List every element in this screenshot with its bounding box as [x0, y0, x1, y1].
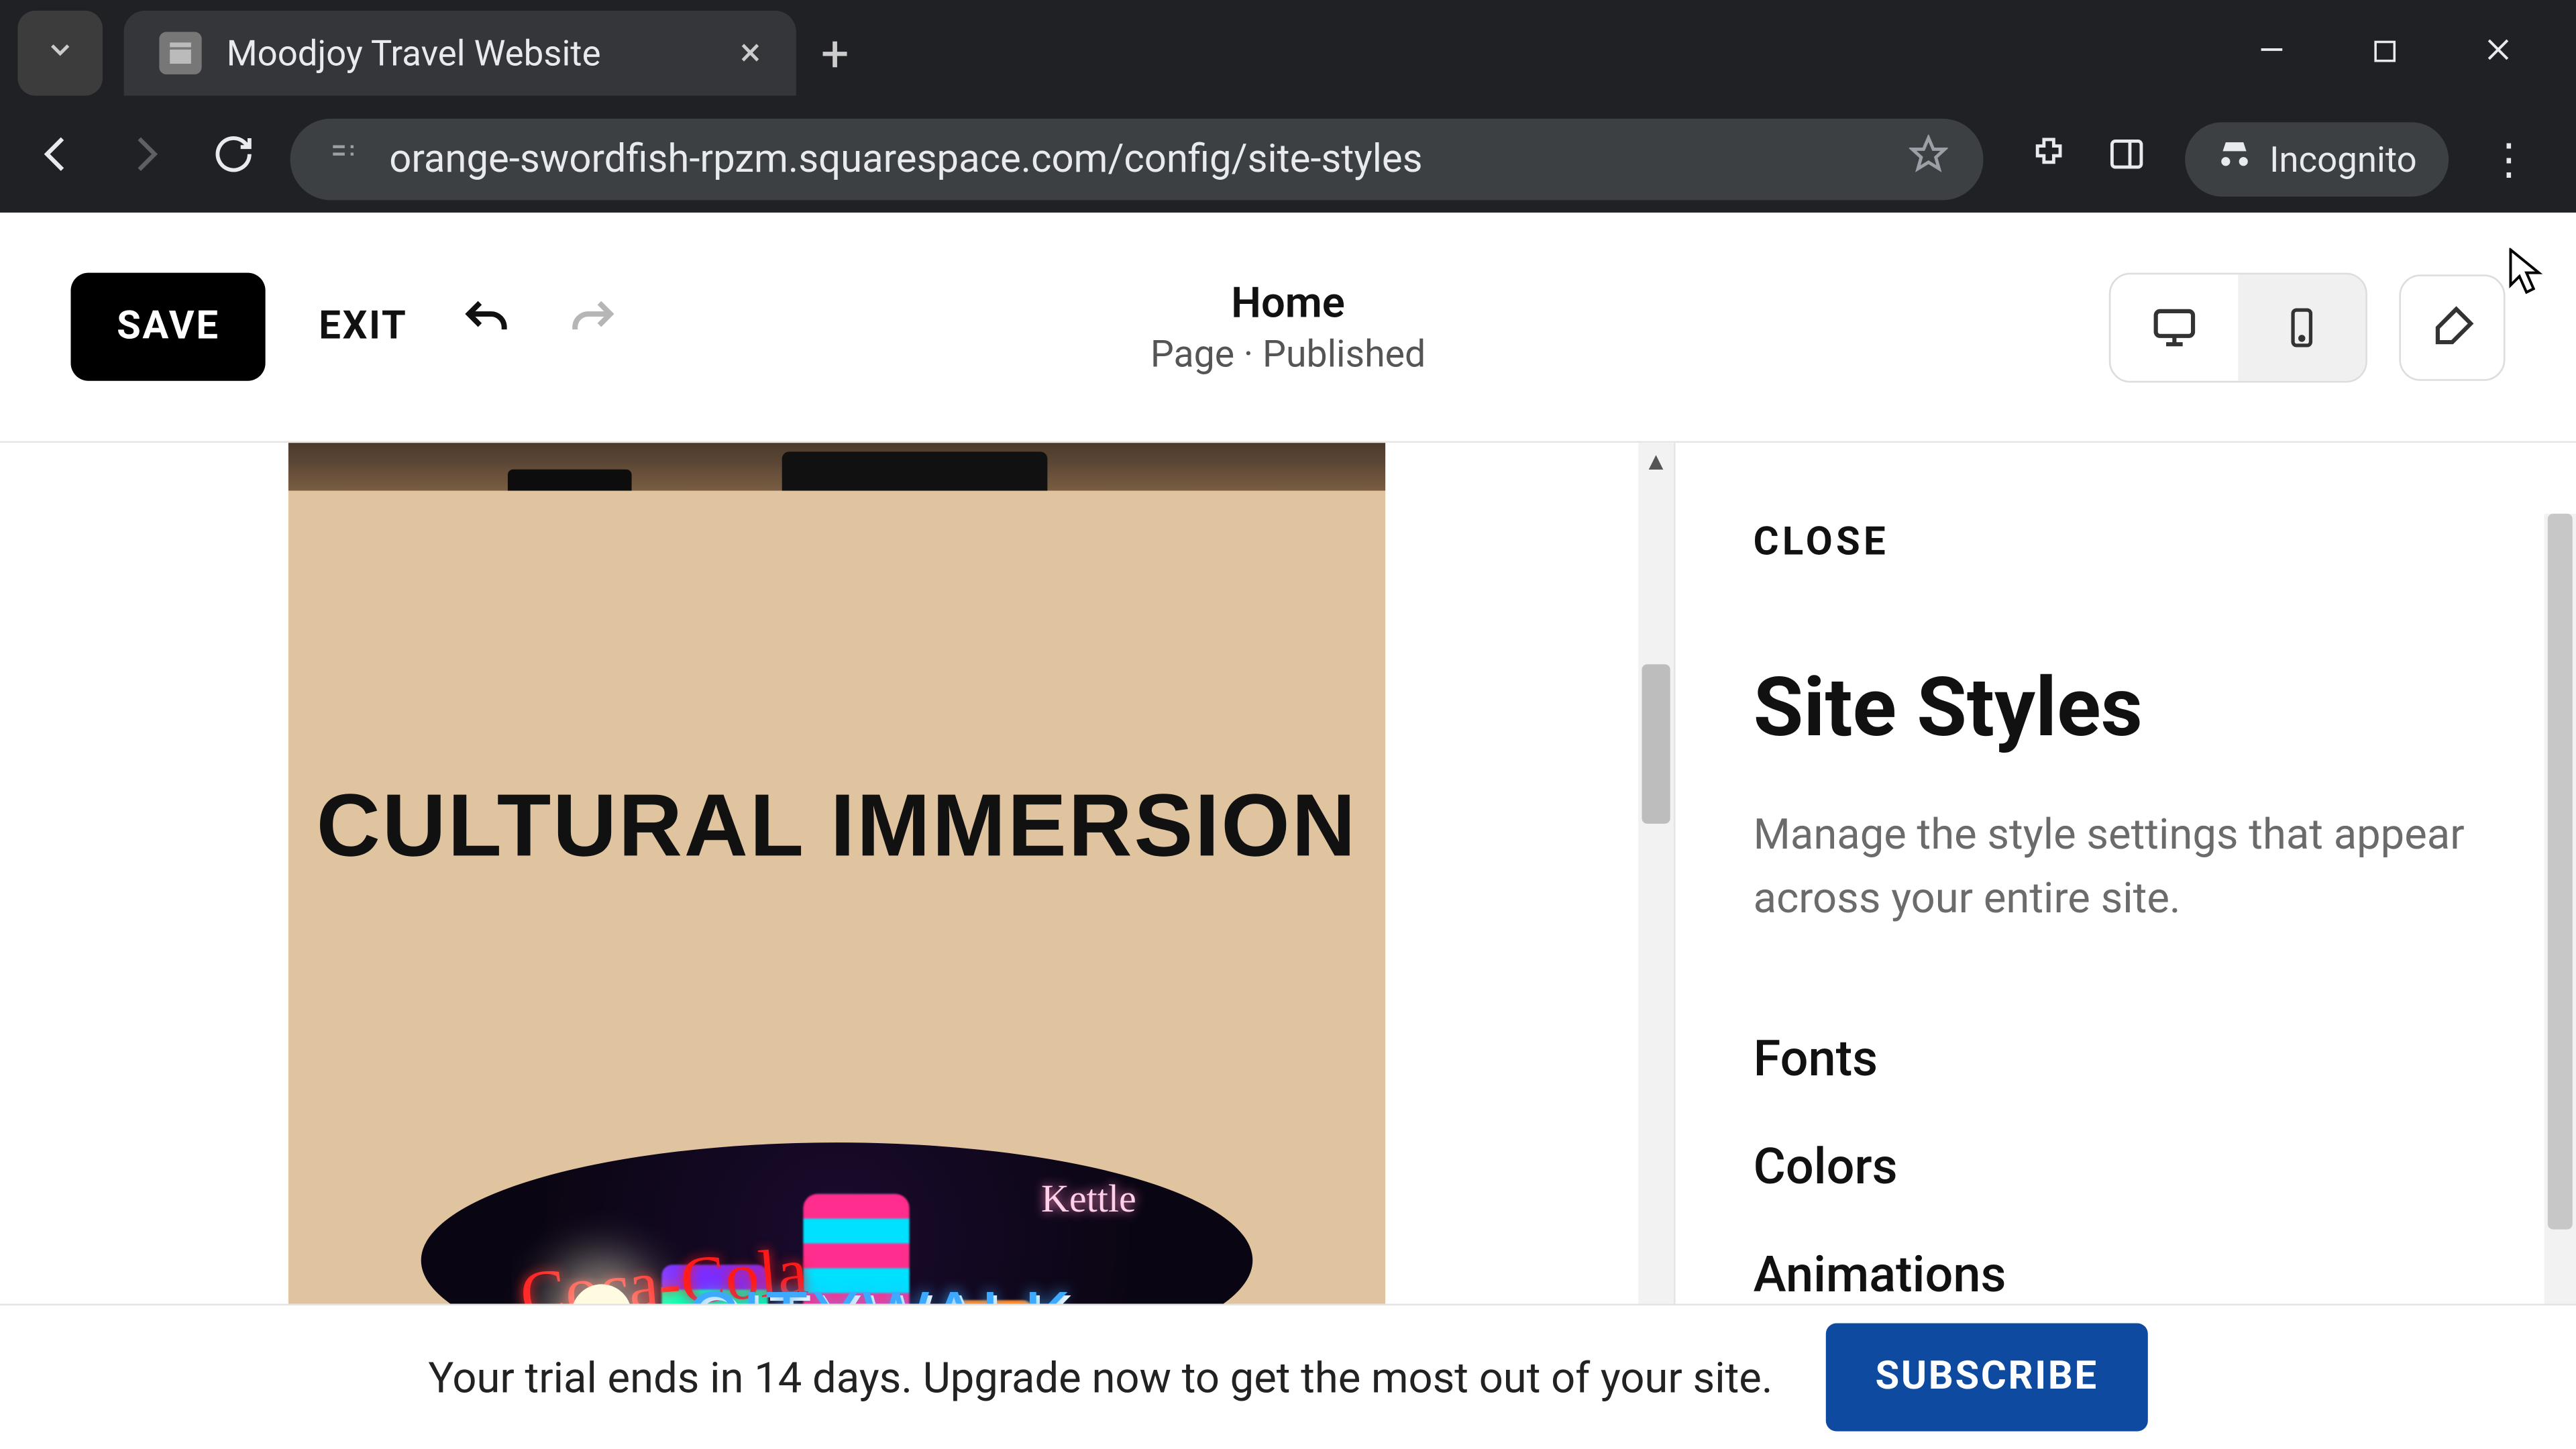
browser-menu-icon[interactable]: ⋮ [2487, 135, 2530, 184]
style-item-fonts[interactable]: Fonts [1754, 1029, 2498, 1087]
preview-canvas[interactable]: CULTURAL IMMERSION Coca-Cola Kettle CITY… [0, 443, 1674, 1449]
page-title-block[interactable]: Home Page · Published [1150, 277, 1426, 376]
bookmark-star-icon[interactable] [1909, 135, 1947, 184]
exit-button[interactable]: EXIT [319, 305, 407, 349]
sidebar-scrollbar[interactable]: ▼ [2544, 514, 2576, 1432]
tab-title: Moodjoy Travel Website [227, 32, 601, 74]
browser-chrome: Moodjoy Travel Website × + [0, 0, 2576, 213]
neon-script-sign: Kettle [1041, 1175, 1136, 1222]
address-bar[interactable]: orange-swordfish-rpzm.squarespace.com/co… [290, 119, 1983, 200]
url-text: orange-swordfish-rpzm.squarespace.com/co… [389, 138, 1422, 182]
page-subtitle: Page · Published [1150, 334, 1426, 376]
reload-button[interactable] [202, 132, 266, 187]
close-tab-icon[interactable]: × [740, 31, 761, 75]
back-button[interactable] [25, 130, 89, 189]
side-panel-icon[interactable] [2106, 135, 2145, 184]
window-controls [2247, 31, 2558, 75]
mobile-preview-frame: CULTURAL IMMERSION Coca-Cola Kettle CITY… [288, 443, 1385, 1449]
section-heading: CULTURAL IMMERSION [317, 774, 1358, 877]
site-styles-panel: CLOSE Site Styles Manage the style setti… [1674, 443, 2576, 1449]
desktop-view-button[interactable] [2110, 274, 2238, 380]
minimize-icon[interactable] [2247, 31, 2296, 75]
toolbar-right: Incognito ⋮ [2008, 122, 2551, 197]
preview-image-desk [288, 443, 1385, 490]
forward-button[interactable] [113, 130, 177, 189]
scroll-up-arrow-icon[interactable]: ▲ [1638, 443, 1674, 478]
extensions-icon[interactable] [2029, 135, 2068, 184]
tab-search-dropdown[interactable] [17, 11, 103, 96]
panel-title: Site Styles [1754, 661, 2498, 757]
chevron-down-icon [44, 32, 76, 74]
trial-banner: Your trial ends in 14 days. Upgrade now … [0, 1303, 2576, 1449]
style-item-animations[interactable]: Animations [1754, 1245, 2498, 1303]
undo-button[interactable] [461, 291, 514, 362]
trial-text: Your trial ends in 14 days. Upgrade now … [428, 1352, 1772, 1402]
incognito-label: Incognito [2269, 138, 2417, 180]
maximize-icon[interactable] [2360, 31, 2410, 75]
mobile-view-button[interactable] [2238, 274, 2365, 380]
device-toggle-group [2109, 272, 2506, 382]
scrollbar-thumb[interactable] [1642, 664, 1670, 824]
styles-brush-button[interactable] [2399, 274, 2505, 380]
sidebar-scrollbar-thumb[interactable] [2548, 514, 2573, 1230]
style-item-colors[interactable]: Colors [1754, 1137, 2498, 1195]
toolbar: orange-swordfish-rpzm.squarespace.com/co… [0, 106, 2576, 212]
subscribe-button[interactable]: SUBSCRIBE [1826, 1324, 2148, 1432]
close-window-icon[interactable] [2473, 31, 2523, 75]
browser-tab[interactable]: Moodjoy Travel Website × [124, 11, 796, 96]
favicon-icon [159, 32, 201, 74]
incognito-indicator[interactable]: Incognito [2184, 122, 2449, 197]
editor-toolbar: SAVE EXIT Home Page · Published [0, 213, 2576, 443]
panel-subtitle: Manage the style settings that appear ac… [1754, 802, 2498, 930]
close-panel-button[interactable]: CLOSE [1754, 521, 2498, 565]
incognito-icon [2216, 136, 2252, 182]
preview-scrollbar[interactable]: ▲ [1638, 443, 1674, 1449]
site-info-icon[interactable] [325, 136, 361, 182]
page-title: Home [1150, 277, 1426, 327]
save-button[interactable]: SAVE [70, 273, 266, 381]
new-tab-button[interactable]: + [821, 24, 849, 83]
redo-button[interactable] [567, 291, 620, 362]
app-root: SAVE EXIT Home Page · Published [0, 213, 2576, 1449]
tab-strip: Moodjoy Travel Website × + [0, 0, 2576, 106]
